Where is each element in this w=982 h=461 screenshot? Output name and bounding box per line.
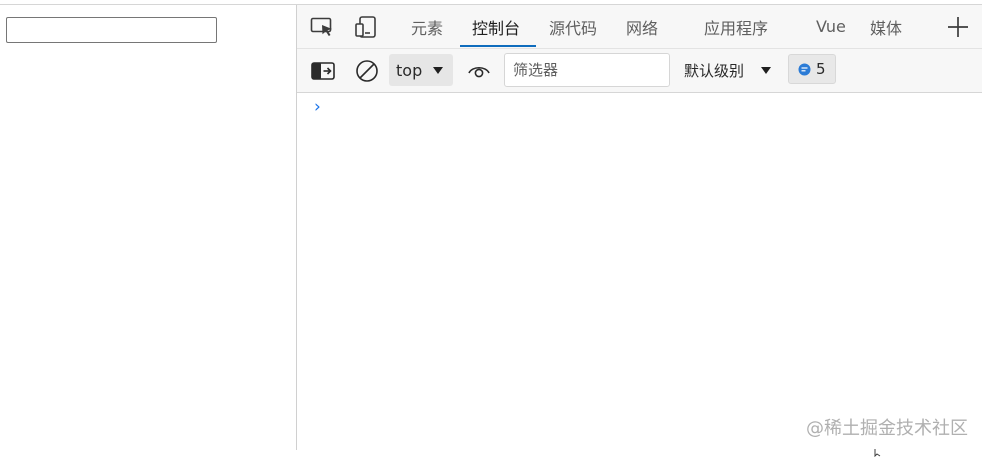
mouse-cursor-icon xyxy=(874,442,882,461)
tab-console[interactable]: 控制台 xyxy=(472,5,520,48)
log-level-selector[interactable]: 默认级别 xyxy=(684,55,776,85)
tab-sources[interactable]: 源代码 xyxy=(549,5,597,48)
plus-icon[interactable] xyxy=(945,14,971,40)
eye-icon[interactable] xyxy=(465,60,493,82)
page-content xyxy=(0,5,296,450)
tab-application[interactable]: 应用程序 xyxy=(704,5,768,48)
issues-counter-button[interactable]: 5 xyxy=(788,54,836,84)
context-label: top xyxy=(396,60,423,80)
inspect-element-icon[interactable] xyxy=(309,15,335,39)
context-selector[interactable]: top xyxy=(389,54,453,86)
sidebar-toggle-icon[interactable] xyxy=(310,59,336,83)
clear-console-icon[interactable] xyxy=(354,58,380,84)
chevron-down-icon xyxy=(761,67,771,74)
filter-input[interactable] xyxy=(504,53,670,87)
tab-elements[interactable]: 元素 xyxy=(411,5,443,48)
device-emulation-icon[interactable] xyxy=(353,15,379,39)
active-tab-indicator xyxy=(460,45,536,47)
chevron-down-icon xyxy=(433,67,443,74)
devtools-tabbar: 元素 控制台 源代码 网络 应用程序 Vue 媒体 xyxy=(297,5,982,49)
console-prompt[interactable]: › xyxy=(314,97,321,117)
tab-media[interactable]: 媒体 xyxy=(870,5,902,48)
tab-vue[interactable]: Vue xyxy=(816,5,846,48)
tab-network[interactable]: 网络 xyxy=(626,5,658,48)
page-text-input[interactable] xyxy=(6,17,217,43)
message-icon xyxy=(798,63,811,76)
console-toolbar: top 默认级别 5 xyxy=(297,49,982,93)
log-level-label: 默认级别 xyxy=(684,61,745,80)
watermark: @稀土掘金技术社区 xyxy=(806,418,968,439)
devtools-panel: 元素 控制台 源代码 网络 应用程序 Vue 媒体 top 筛选器 默认级别 5… xyxy=(296,5,982,450)
issues-count: 5 xyxy=(816,60,826,78)
